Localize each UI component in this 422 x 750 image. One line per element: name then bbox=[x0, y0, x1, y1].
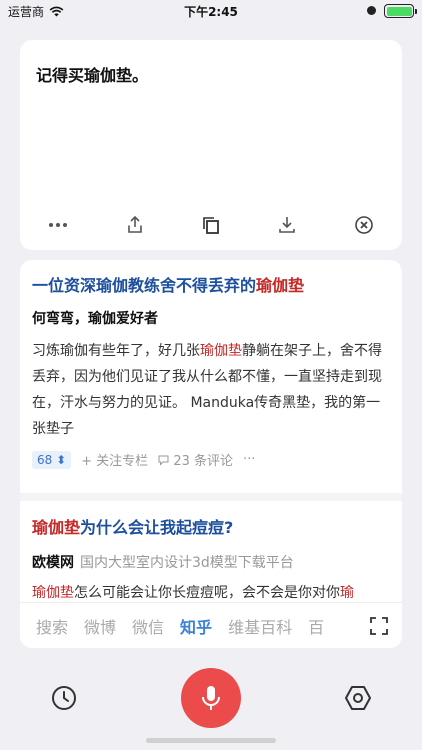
home-indicator bbox=[146, 738, 276, 743]
result-snippet: 习炼瑜伽有些年了，好几张瑜伽垫静躺在架子上，舍不得丢弃，因为他们见证了我从什么都… bbox=[32, 343, 382, 437]
clear-icon bbox=[354, 216, 373, 234]
tab-zhihu[interactable]: 知乎 bbox=[180, 614, 212, 638]
result-divider bbox=[20, 493, 402, 501]
fullscreen-button[interactable] bbox=[364, 611, 394, 641]
history-button[interactable] bbox=[50, 684, 78, 712]
orientation-lock-icon bbox=[367, 6, 376, 15]
tab-weibo[interactable]: 微博 bbox=[84, 614, 116, 638]
source-description: 国内大型室内设计3d模型下载平台 bbox=[80, 555, 294, 571]
more-options-button[interactable]: ··· bbox=[243, 452, 255, 467]
battery-icon bbox=[384, 4, 417, 18]
settings-button[interactable] bbox=[344, 684, 372, 712]
result-title-text: 为什么会让我起痘痘? bbox=[80, 518, 234, 537]
results-list[interactable]: 一位资深瑜伽教练舍不得丢弃的瑜伽垫 何弯弯，瑜伽爱好者 习炼瑜伽有些年了，好几张… bbox=[20, 260, 402, 602]
microphone-icon bbox=[202, 686, 220, 710]
result-title-highlight: 瑜伽垫 bbox=[256, 276, 305, 295]
search-results-card: 一位资深瑜伽教练舍不得丢弃的瑜伽垫 何弯弯，瑜伽爱好者 习炼瑜伽有些年了，好几张… bbox=[20, 260, 402, 648]
tab-baidu[interactable]: 百 bbox=[308, 614, 324, 638]
fullscreen-icon bbox=[370, 617, 388, 635]
voice-input-button[interactable] bbox=[181, 668, 241, 728]
result-source: 欧模网 国内大型室内设计3d模型下载平台 bbox=[32, 552, 294, 572]
copy-button[interactable] bbox=[193, 208, 229, 242]
share-button[interactable] bbox=[117, 208, 153, 242]
more-button[interactable] bbox=[40, 208, 76, 242]
result-title-text: 一位资深瑜伽教练舍不得丢弃的 bbox=[32, 276, 257, 295]
result-title-highlight: 瑜伽垫 bbox=[32, 518, 81, 537]
download-icon bbox=[279, 217, 296, 233]
clock-icon bbox=[52, 686, 76, 710]
tab-search[interactable]: 搜索 bbox=[36, 614, 68, 638]
comments-button[interactable]: 23 条评论 bbox=[158, 450, 233, 469]
clear-button[interactable] bbox=[346, 208, 382, 242]
tab-wikipedia[interactable]: 维基百科 bbox=[228, 614, 292, 638]
status-time: 下午2:45 bbox=[184, 5, 238, 19]
more-icon bbox=[49, 223, 68, 227]
copy-icon bbox=[203, 217, 219, 234]
note-card: 记得买瑜伽垫。 bbox=[20, 40, 402, 250]
follow-column-button[interactable]: + 关注专栏 bbox=[81, 450, 148, 469]
note-toolbar bbox=[20, 208, 402, 242]
note-text[interactable]: 记得买瑜伽垫。 bbox=[36, 62, 148, 86]
status-bar: 运营商 下午2:45 bbox=[0, 0, 422, 22]
settings-icon bbox=[345, 686, 371, 710]
result-author: 何弯弯，瑜伽爱好者 bbox=[32, 311, 158, 327]
result-title[interactable]: 一位资深瑜伽教练舍不得丢弃的瑜伽垫 bbox=[32, 272, 304, 296]
tab-wechat[interactable]: 微信 bbox=[132, 614, 164, 638]
result-meta: 68 ⬍ + 关注专栏 23 条评论 ··· bbox=[32, 450, 255, 469]
vote-count-button[interactable]: 68 ⬍ bbox=[32, 450, 72, 469]
search-engine-tabs: 搜索 微博 微信 知乎 维基百科 百 bbox=[20, 602, 402, 648]
share-icon bbox=[127, 215, 142, 233]
download-button[interactable] bbox=[269, 208, 305, 242]
result-title[interactable]: 瑜伽垫为什么会让我起痘痘? bbox=[32, 514, 233, 538]
result-snippet: 瑜伽垫怎么可能会让你长痘痘呢，会不会是你对你瑜 bbox=[32, 585, 354, 601]
source-name: 欧模网 bbox=[32, 555, 74, 571]
comment-icon bbox=[158, 455, 169, 466]
